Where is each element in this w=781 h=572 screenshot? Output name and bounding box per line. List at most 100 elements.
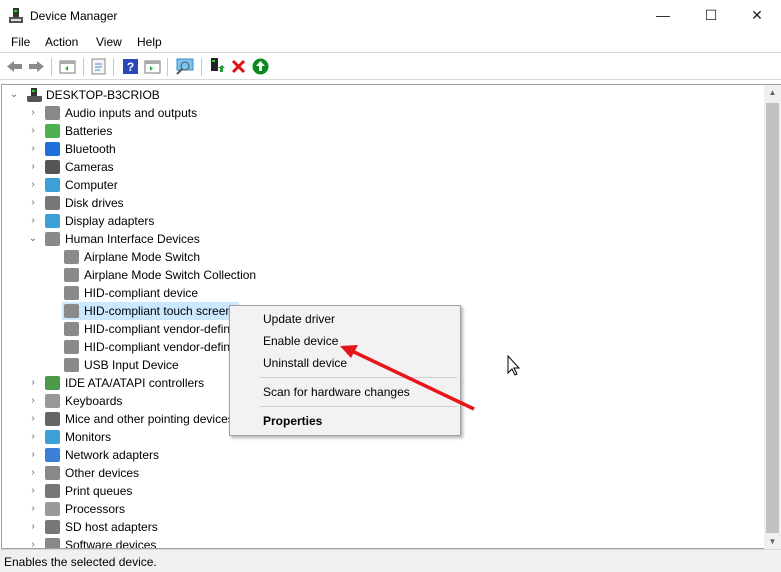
back-icon[interactable] <box>6 58 23 75</box>
tree-category-label: Processors <box>65 502 126 516</box>
chevron-right-icon[interactable]: › <box>28 464 38 482</box>
window-title: Device Manager <box>30 9 118 23</box>
tree-category-label: Other devices <box>65 466 140 480</box>
forward-icon[interactable] <box>28 58 45 75</box>
chevron-right-icon[interactable]: › <box>28 158 38 176</box>
chevron-right-icon[interactable]: › <box>28 446 38 464</box>
minimize-button[interactable]: — <box>640 0 686 31</box>
tree-category[interactable]: ⌄ Human Interface Devices <box>2 230 302 248</box>
device-category-icon <box>45 538 60 548</box>
tree-device[interactable]: Airplane Mode Switch <box>2 248 302 266</box>
hid-device-icon <box>64 340 79 354</box>
properties-icon[interactable] <box>90 58 107 75</box>
chevron-right-icon[interactable]: › <box>28 374 38 392</box>
tree-category[interactable]: › Other devices <box>2 464 302 482</box>
status-text: Enables the selected device. <box>4 555 157 569</box>
device-category-icon <box>45 160 60 174</box>
uninstall-icon[interactable] <box>230 58 247 75</box>
tree-category[interactable]: › Bluetooth <box>2 140 302 158</box>
show-action-pane-icon[interactable] <box>144 58 161 75</box>
status-bar: Enables the selected device. <box>0 549 781 572</box>
scroll-down-arrow-icon[interactable]: ▼ <box>764 537 781 546</box>
menu-item-scan-hardware[interactable]: Scan for hardware changes <box>263 382 410 402</box>
device-category-icon <box>45 430 60 444</box>
hid-device-icon <box>64 322 79 336</box>
tree-device-label: USB Input Device <box>84 358 179 372</box>
toolbar-separator <box>83 58 84 76</box>
tree-category-label: Computer <box>65 178 118 192</box>
menu-item-update-driver[interactable]: Update driver <box>263 309 335 329</box>
chevron-down-icon[interactable]: ⌄ <box>9 86 19 104</box>
tree-device[interactable]: HID-compliant device <box>2 284 302 302</box>
chevron-right-icon[interactable]: › <box>28 140 38 158</box>
chevron-right-icon[interactable]: › <box>28 212 38 230</box>
menu-action[interactable]: Action <box>45 35 78 49</box>
tree-category-label: Audio inputs and outputs <box>65 106 198 120</box>
chevron-right-icon[interactable]: › <box>28 104 38 122</box>
tree-category[interactable]: › Display adapters <box>2 212 302 230</box>
menu-item-properties[interactable]: Properties <box>263 411 322 431</box>
tree-category[interactable]: › Audio inputs and outputs <box>2 104 302 122</box>
chevron-right-icon[interactable]: › <box>28 482 38 500</box>
context-menu: Update driver Enable device Uninstall de… <box>229 305 461 436</box>
device-category-icon <box>45 142 60 156</box>
update-driver-icon[interactable] <box>208 58 225 75</box>
tree-category-label: Mice and other pointing devices <box>65 412 234 426</box>
enable-icon[interactable] <box>252 58 269 75</box>
chevron-right-icon[interactable]: › <box>28 194 38 212</box>
hid-disabled-device-icon <box>64 304 79 318</box>
device-category-icon <box>45 520 60 534</box>
tree-category-label: Print queues <box>65 484 133 498</box>
scroll-up-arrow-icon[interactable]: ▲ <box>764 88 781 97</box>
maximize-button[interactable]: ☐ <box>688 0 734 31</box>
tree-category[interactable]: › SD host adapters <box>2 518 302 536</box>
device-category-icon <box>45 448 60 462</box>
menu-item-enable-device[interactable]: Enable device <box>263 331 338 351</box>
menu-file[interactable]: File <box>11 35 30 49</box>
tree-category[interactable]: › Cameras <box>2 158 302 176</box>
chevron-right-icon[interactable]: › <box>28 176 38 194</box>
show-hide-console-tree-icon[interactable] <box>59 58 76 75</box>
hid-device-icon <box>64 250 79 264</box>
tree-category[interactable]: › Computer <box>2 176 302 194</box>
tree-category[interactable]: › Processors <box>2 500 302 518</box>
chevron-right-icon[interactable]: › <box>28 122 38 140</box>
menu-help[interactable]: Help <box>137 35 162 49</box>
title-bar: Device Manager — ☐ ✕ <box>0 0 781 31</box>
device-category-icon <box>45 106 60 120</box>
tree-category[interactable]: › Software devices <box>2 536 302 549</box>
device-category-icon <box>45 196 60 210</box>
menu-separator <box>260 406 457 407</box>
menu-bar: File Action View Help <box>0 31 781 53</box>
vertical-scrollbar[interactable]: ▲ ▼ <box>764 84 781 549</box>
tree-category-label: Display adapters <box>65 214 155 228</box>
chevron-right-icon[interactable]: › <box>28 392 38 410</box>
toolbar-separator <box>201 58 202 76</box>
tree-device[interactable]: Airplane Mode Switch Collection <box>2 266 302 284</box>
scrollbar-thumb[interactable] <box>766 103 779 533</box>
menu-item-uninstall-device[interactable]: Uninstall device <box>263 353 347 373</box>
help-icon[interactable]: ? <box>122 58 139 75</box>
tree-device-label: HID-compliant touch screen <box>84 304 233 318</box>
chevron-right-icon[interactable]: › <box>28 518 38 536</box>
tree-category[interactable]: › Batteries <box>2 122 302 140</box>
hid-device-icon <box>64 268 79 282</box>
chevron-right-icon[interactable]: › <box>28 536 38 548</box>
tree-root[interactable]: ⌄ DESKTOP-B3CRIOB <box>2 86 302 104</box>
tree-category-label: IDE ATA/ATAPI controllers <box>65 376 205 390</box>
tree-category-label: SD host adapters <box>65 520 158 534</box>
close-button[interactable]: ✕ <box>734 0 780 31</box>
tree-category[interactable]: › Network adapters <box>2 446 302 464</box>
device-category-icon <box>45 232 60 246</box>
chevron-right-icon[interactable]: › <box>28 410 38 428</box>
menu-view[interactable]: View <box>96 35 122 49</box>
tree-category[interactable]: › Disk drives <box>2 194 302 212</box>
tree-category[interactable]: › Print queues <box>2 482 302 500</box>
chevron-right-icon[interactable]: › <box>28 428 38 446</box>
scan-hardware-icon[interactable] <box>175 58 195 75</box>
chevron-right-icon[interactable]: › <box>28 500 38 518</box>
tree-category-label: Software devices <box>65 538 157 549</box>
device-category-icon <box>45 214 60 228</box>
chevron-down-icon[interactable]: ⌄ <box>28 230 38 248</box>
hid-device-icon <box>64 286 79 300</box>
